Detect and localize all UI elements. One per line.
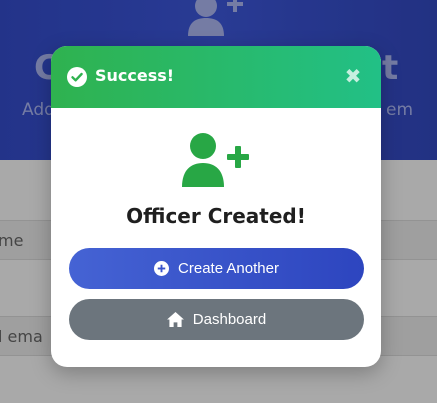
create-another-label: Create Another	[178, 260, 279, 277]
home-icon	[166, 312, 184, 327]
user-plus-icon	[182, 133, 249, 187]
success-modal: Success! ✖ Officer Created! Create Anoth…	[51, 46, 381, 367]
check-circle-icon	[67, 67, 87, 87]
modal-title: Success!	[95, 66, 175, 85]
modal-header: Success! ✖	[51, 46, 381, 108]
create-another-button[interactable]: Create Another	[69, 248, 364, 289]
success-message: Officer Created!	[126, 204, 306, 228]
plus-circle-icon	[154, 261, 170, 276]
dashboard-label: Dashboard	[192, 311, 267, 328]
close-icon[interactable]: ✖	[343, 66, 363, 86]
dashboard-button[interactable]: Dashboard	[69, 299, 364, 340]
